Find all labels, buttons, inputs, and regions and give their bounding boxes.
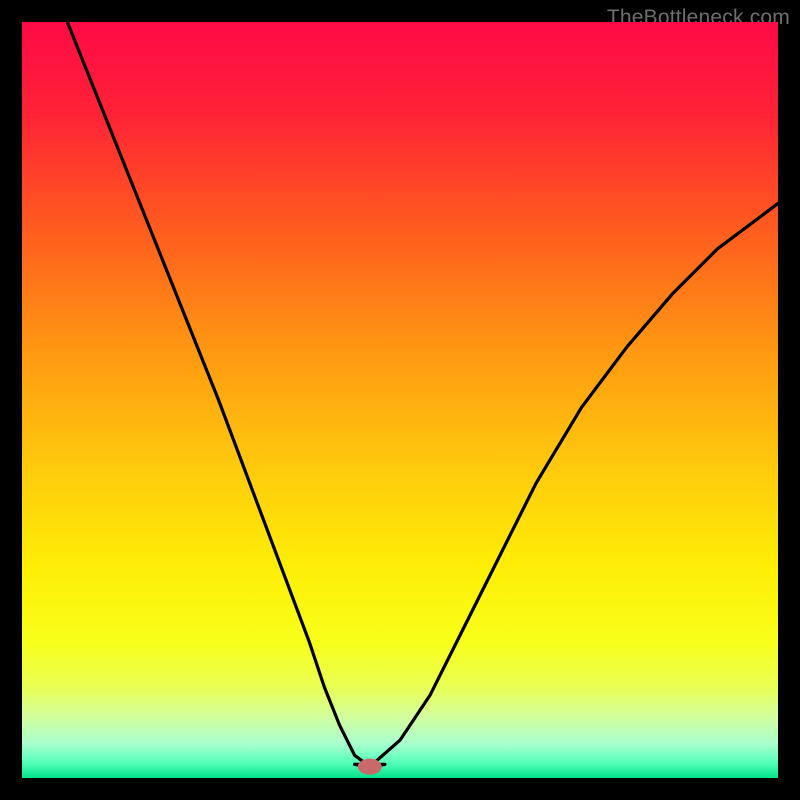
optimal-marker: [358, 759, 382, 775]
bottleneck-chart: [22, 22, 778, 778]
chart-container: TheBottleneck.com: [0, 0, 800, 800]
gradient-background: [22, 22, 778, 778]
